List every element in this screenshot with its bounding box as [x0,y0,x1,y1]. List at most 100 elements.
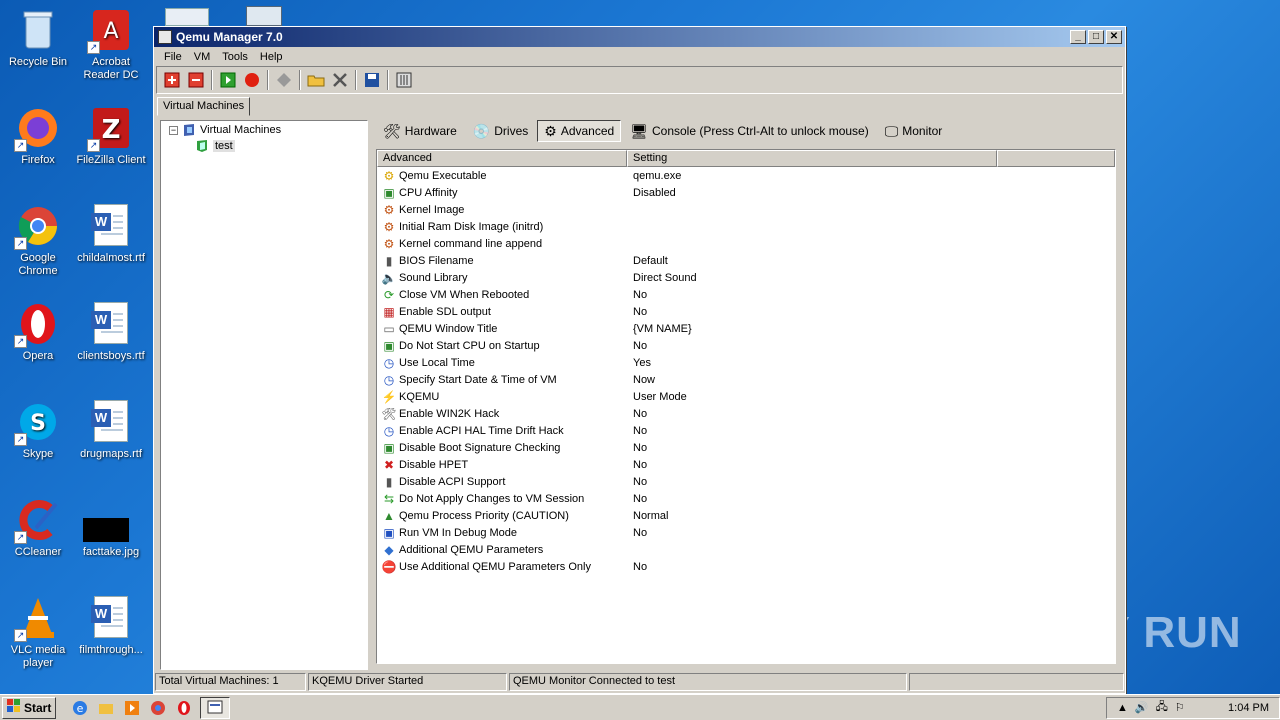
table-row[interactable]: ▮ Disable ACPI Support No [377,473,1115,490]
desktop-icon-chrome[interactable]: ↗ Google Chrome [0,204,76,278]
table-row[interactable]: ◷ Specify Start Date & Time of VM Now [377,371,1115,388]
menu-tools[interactable]: Tools [216,51,254,63]
desktop-icon-acrobat[interactable]: A ↗ Acrobat Reader DC [73,8,149,82]
show-hidden-icons-icon[interactable]: ▲ [1117,702,1128,714]
setting-name-cell: ▲ Qemu Process Priority (CAUTION) [377,509,627,523]
qemu-manager-taskbar-button[interactable] [200,696,231,719]
menu-help[interactable]: Help [254,51,289,63]
table-row[interactable]: ⚙ Qemu Executable qemu.exe [377,167,1115,184]
desktop-icon-facttake[interactable]: facttake.jpg [73,498,149,559]
background-window-icon [246,6,282,26]
tab-virtual-machines[interactable]: Virtual Machines [157,97,251,116]
network-icon[interactable]: 🖧 [1156,698,1168,717]
table-row[interactable]: ◷ Use Local Time Yes [377,354,1115,371]
desktop-icon-filezilla[interactable]: Z ↗ FileZilla Client [73,106,149,167]
opera-taskbar-icon[interactable] [174,698,194,718]
computer-icon [182,123,196,137]
table-row[interactable]: 🔈 Sound Library Direct Sound [377,269,1115,286]
maximize-button[interactable]: □ [1088,30,1104,44]
toolbar-separator [211,70,213,90]
acrobat-icon: A ↗ [87,8,133,54]
setting-value: No [633,305,648,318]
tree-item-test[interactable]: test [195,139,235,153]
setting-name-cell: ▭ QEMU Window Title [377,322,627,336]
desktop-icon-clientsboys[interactable]: W clientsboys.rtf [73,302,149,363]
setting-name-cell: ⚙ Kernel Image [377,203,627,217]
desktop-icon-childalmost[interactable]: W childalmost.rtf [73,204,149,265]
desktop-icon-skype[interactable]: S ↗ Skype [0,400,76,461]
setting-name: Run VM In Debug Mode [399,526,518,539]
table-row[interactable]: 🛠 Enable WIN2K Hack No [377,405,1115,422]
desktop-icon-filmthrough[interactable]: W filmthrough... [73,596,149,657]
settings-disabled-icon[interactable] [273,69,295,91]
desktop-icon-vlc[interactable]: ↗ VLC media player [0,596,76,670]
remove-vm-button[interactable] [185,69,207,91]
collapse-icon[interactable]: − [169,125,178,135]
menu-file[interactable]: File [158,51,188,63]
tab-advanced[interactable]: ⚙ Advanced [537,120,622,142]
setting-name: Qemu Process Priority (CAUTION) [399,509,569,522]
add-vm-button[interactable] [161,69,183,91]
title-bar[interactable]: Qemu Manager 7.0 _ □ ✕ [154,27,1125,47]
column-header-setting[interactable]: Setting [627,150,997,167]
action-center-icon[interactable]: ⚐ [1175,701,1185,714]
mixer-button[interactable] [393,69,415,91]
shortcut-arrow-icon: ↗ [14,139,27,152]
table-row[interactable]: ⛔ Use Additional QEMU Parameters Only No [377,558,1115,575]
column-header-advanced[interactable]: Advanced [377,150,627,167]
volume-icon[interactable]: 🔊 [1135,701,1149,714]
tab-bar: 🛠 Hardware 💿 Drives ⚙ Advanced 🖥 Console (Pr… [372,118,1122,144]
windows-logo-icon [7,699,21,716]
setting-name: Enable ACPI HAL Time Drift Hack [399,424,564,437]
table-row[interactable]: ▣ Run VM In Debug Mode No [377,524,1115,541]
desktop-icon-firefox[interactable]: ↗ Firefox [0,106,76,167]
ie-icon[interactable]: e [70,698,90,718]
setting-name: Specify Start Date & Time of VM [399,373,557,386]
table-row[interactable]: ▣ Disable Boot Signature Checking No [377,439,1115,456]
menu-vm[interactable]: VM [188,51,217,63]
stop-vm-button[interactable] [241,69,263,91]
clock[interactable]: 1:04 PM [1228,702,1269,714]
table-row[interactable]: ⚙ Kernel command line append [377,235,1115,252]
table-row[interactable]: ⇆ Do Not Apply Changes to VM Session No [377,490,1115,507]
table-row[interactable]: ▲ Qemu Process Priority (CAUTION) Normal [377,507,1115,524]
tab-monitor[interactable]: 🖵 Monitor [878,120,950,142]
setting-value: Normal [633,509,669,522]
desktop-icon-ccleaner[interactable]: ↗ CCleaner [0,498,76,559]
tools-button[interactable] [329,69,351,91]
explorer-icon[interactable] [96,698,116,718]
column-header-empty [997,150,1115,167]
tree-root[interactable]: − Virtual Machines [169,123,281,137]
desktop-icon-drugmaps[interactable]: W drugmaps.rtf [73,400,149,461]
desktop-icon-recycle-bin[interactable]: Recycle Bin [0,8,76,69]
minimize-button[interactable]: _ [1070,30,1086,44]
table-row[interactable]: ▦ Enable SDL output No [377,303,1115,320]
setting-value: Disabled [633,186,676,199]
save-button[interactable] [361,69,383,91]
tab-hardware[interactable]: 🛠 Hardware [376,120,464,142]
open-folder-button[interactable] [305,69,327,91]
tab-console[interactable]: 🖥 Console (Press Ctrl-Alt to unlock mouse… [623,120,876,142]
table-row[interactable]: ◷ Enable ACPI HAL Time Drift Hack No [377,422,1115,439]
table-row[interactable]: ▣ CPU Affinity Disabled [377,184,1115,201]
table-row[interactable]: ⚡ KQEMU User Mode [377,388,1115,405]
toolbar-separator [355,70,357,90]
chrome-icon: ↗ [14,204,60,250]
table-row[interactable]: ▭ QEMU Window Title {VM NAME} [377,320,1115,337]
table-row[interactable]: ▮ BIOS Filename Default [377,252,1115,269]
table-row[interactable]: ▣ Do Not Start CPU on Startup No [377,337,1115,354]
desktop-icon-opera[interactable]: ↗ Opera [0,302,76,363]
svg-text:S: S [30,411,46,436]
start-vm-button[interactable] [217,69,239,91]
close-button[interactable]: ✕ [1106,30,1122,44]
table-row[interactable]: ✖ Disable HPET No [377,456,1115,473]
media-player-icon[interactable] [122,698,142,718]
setting-name-cell: ▦ Enable SDL output [377,305,627,319]
chrome-taskbar-icon[interactable] [148,698,168,718]
table-row[interactable]: ◆ Additional QEMU Parameters [377,541,1115,558]
table-row[interactable]: ⟳ Close VM When Rebooted No [377,286,1115,303]
table-row[interactable]: ⚙ Initial Ram Disk Image (initrd) [377,218,1115,235]
start-button[interactable]: Start [2,696,57,719]
table-row[interactable]: ⚙ Kernel Image [377,201,1115,218]
tab-drives[interactable]: 💿 Drives [466,120,535,142]
